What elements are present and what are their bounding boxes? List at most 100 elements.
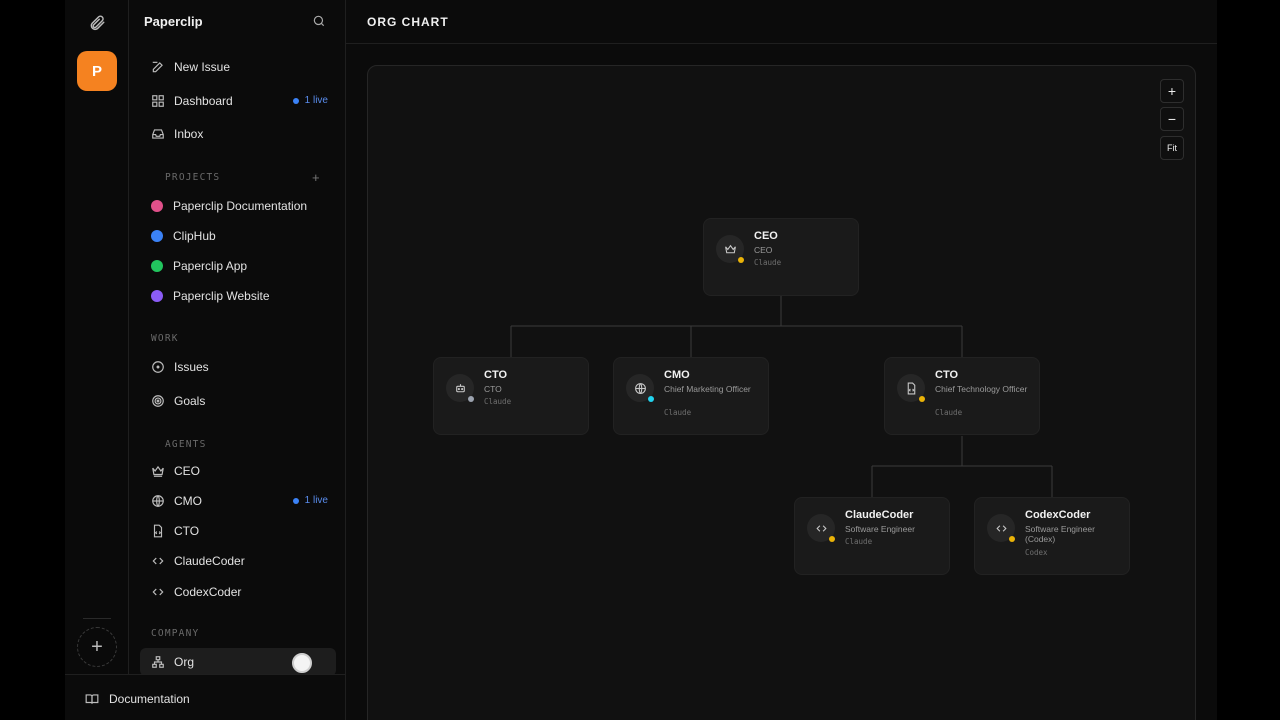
company-avatar-button[interactable]: P [77,51,117,91]
org-node-ceo[interactable]: CEO CEO Claude [703,218,859,296]
file-code-icon [150,523,166,539]
nav-inbox[interactable]: Inbox [140,120,336,148]
node-model: Claude [845,537,873,546]
project-label: Paperclip Website [173,289,270,303]
node-name: CTO [484,369,508,381]
add-project-button[interactable]: + [312,170,320,185]
node-model: Claude [664,408,692,417]
nav-goals[interactable]: Goals [140,387,336,415]
globe-icon [150,493,166,509]
project-paperclip-documentation[interactable]: Paperclip Documentation [140,192,336,220]
agent-label: ClaudeCoder [174,554,245,568]
node-name: CodexCoder [1025,509,1091,521]
node-model: Codex [1025,548,1048,557]
mouse-cursor [292,653,312,673]
live-label: 1 live [304,495,328,506]
org-node-cto-a[interactable]: CTO CTO Claude [433,357,589,435]
search-icon[interactable] [312,14,328,30]
node-role: Software Engineer [845,524,915,534]
agent-cmo[interactable]: CMO 1 live [140,487,336,515]
sidebar-footer: Documentation [65,674,345,720]
plus-icon: + [91,635,103,658]
add-company-button[interactable]: + [77,627,117,667]
company-section-label: COMPANY [151,628,200,639]
nav-label: Issues [174,360,209,374]
status-dot [468,396,474,402]
status-dot [829,536,835,542]
brand-name: Paperclip [144,14,203,29]
code-icon [150,553,166,569]
agent-claudecoder[interactable]: ClaudeCoder [140,547,336,575]
org-node-claudecoder[interactable]: ClaudeCoder Software Engineer Claude [794,497,950,575]
page-title: ORG CHART [367,15,449,29]
agent-label: CodexCoder [174,585,242,599]
node-name: CTO [935,369,959,381]
node-model: Claude [754,258,782,267]
agent-label: CMO [174,494,202,508]
nav-dashboard[interactable]: Dashboard 1 live [140,87,336,115]
node-role: Chief Marketing Officer [664,384,751,394]
agent-codexcoder[interactable]: CodexCoder [140,578,336,606]
nav-label: Dashboard [174,94,233,108]
nav-new-issue[interactable]: New Issue [140,53,336,81]
org-node-cmo[interactable]: CMO Chief Marketing Officer Claude [613,357,769,435]
main-panel: ORG CHART + − Fit CEO CEO Claude CTO CTO… [346,0,1217,720]
live-dot [292,97,299,104]
app-window: P + Paperclip New Issue Dashboard 1 live… [65,0,1217,720]
project-paperclip-website[interactable]: Paperclip Website [140,282,336,310]
node-role: Software Engineer (Codex) [1025,524,1095,544]
dashboard-icon [150,93,166,109]
nav-label: Inbox [174,127,204,141]
agent-label: CEO [174,464,201,478]
node-model: Claude [935,408,963,417]
org-node-codexcoder[interactable]: CodexCoder Software Engineer (Codex) Cod… [974,497,1130,575]
project-label: Paperclip App [173,259,248,273]
paperclip-icon[interactable] [85,12,109,34]
rail-divider [83,618,111,619]
crown-icon [150,463,166,479]
node-name: ClaudeCoder [845,509,914,521]
projects-section-label: PROJECTS [165,172,221,183]
nav-label: Goals [174,394,206,408]
inbox-icon [150,126,166,142]
project-color-dot [151,230,163,242]
target-icon [150,393,166,409]
nav-issues[interactable]: Issues [140,353,336,381]
documentation-link[interactable]: Documentation [85,691,190,707]
documentation-label: Documentation [109,692,190,706]
status-dot [648,396,654,402]
node-role: CTO [484,384,502,394]
sidebar-header: Paperclip [130,0,346,44]
node-role: Chief Technology Officer [935,384,1028,394]
project-color-dot [151,200,163,212]
node-model: Claude [484,397,512,406]
status-dot [738,257,744,263]
node-role: CEO [754,245,773,255]
page-header: ORG CHART [346,0,1217,44]
org-node-cto-b[interactable]: CTO Chief Technology Officer Claude [884,357,1040,435]
project-paperclip-app[interactable]: Paperclip App [140,252,336,280]
agent-label: CTO [174,524,200,538]
agent-ceo[interactable]: CEO [140,457,336,485]
nav-label: Org [174,655,195,669]
live-badge: 1 live [292,495,328,506]
nav-label: New Issue [174,60,231,74]
code-icon [150,584,166,600]
agents-section-label: AGENTS [165,439,207,450]
live-badge: 1 live [292,95,328,106]
live-label: 1 live [304,95,328,106]
sidebar: Paperclip New Issue Dashboard 1 live Inb… [130,0,346,720]
work-section-label: WORK [151,333,179,344]
org-chart-canvas[interactable]: + − Fit CEO CEO Claude CTO CTO Claude CM… [367,65,1196,720]
company-rail: P + [65,0,129,720]
node-name: CMO [664,369,690,381]
edit-icon [150,59,166,75]
project-label: ClipHub [173,229,216,243]
status-dot [919,396,925,402]
project-color-dot [151,260,163,272]
book-icon [85,691,101,707]
node-name: CEO [754,230,778,242]
agent-cto[interactable]: CTO [140,517,336,545]
project-cliphub[interactable]: ClipHub [140,222,336,250]
project-color-dot [151,290,163,302]
